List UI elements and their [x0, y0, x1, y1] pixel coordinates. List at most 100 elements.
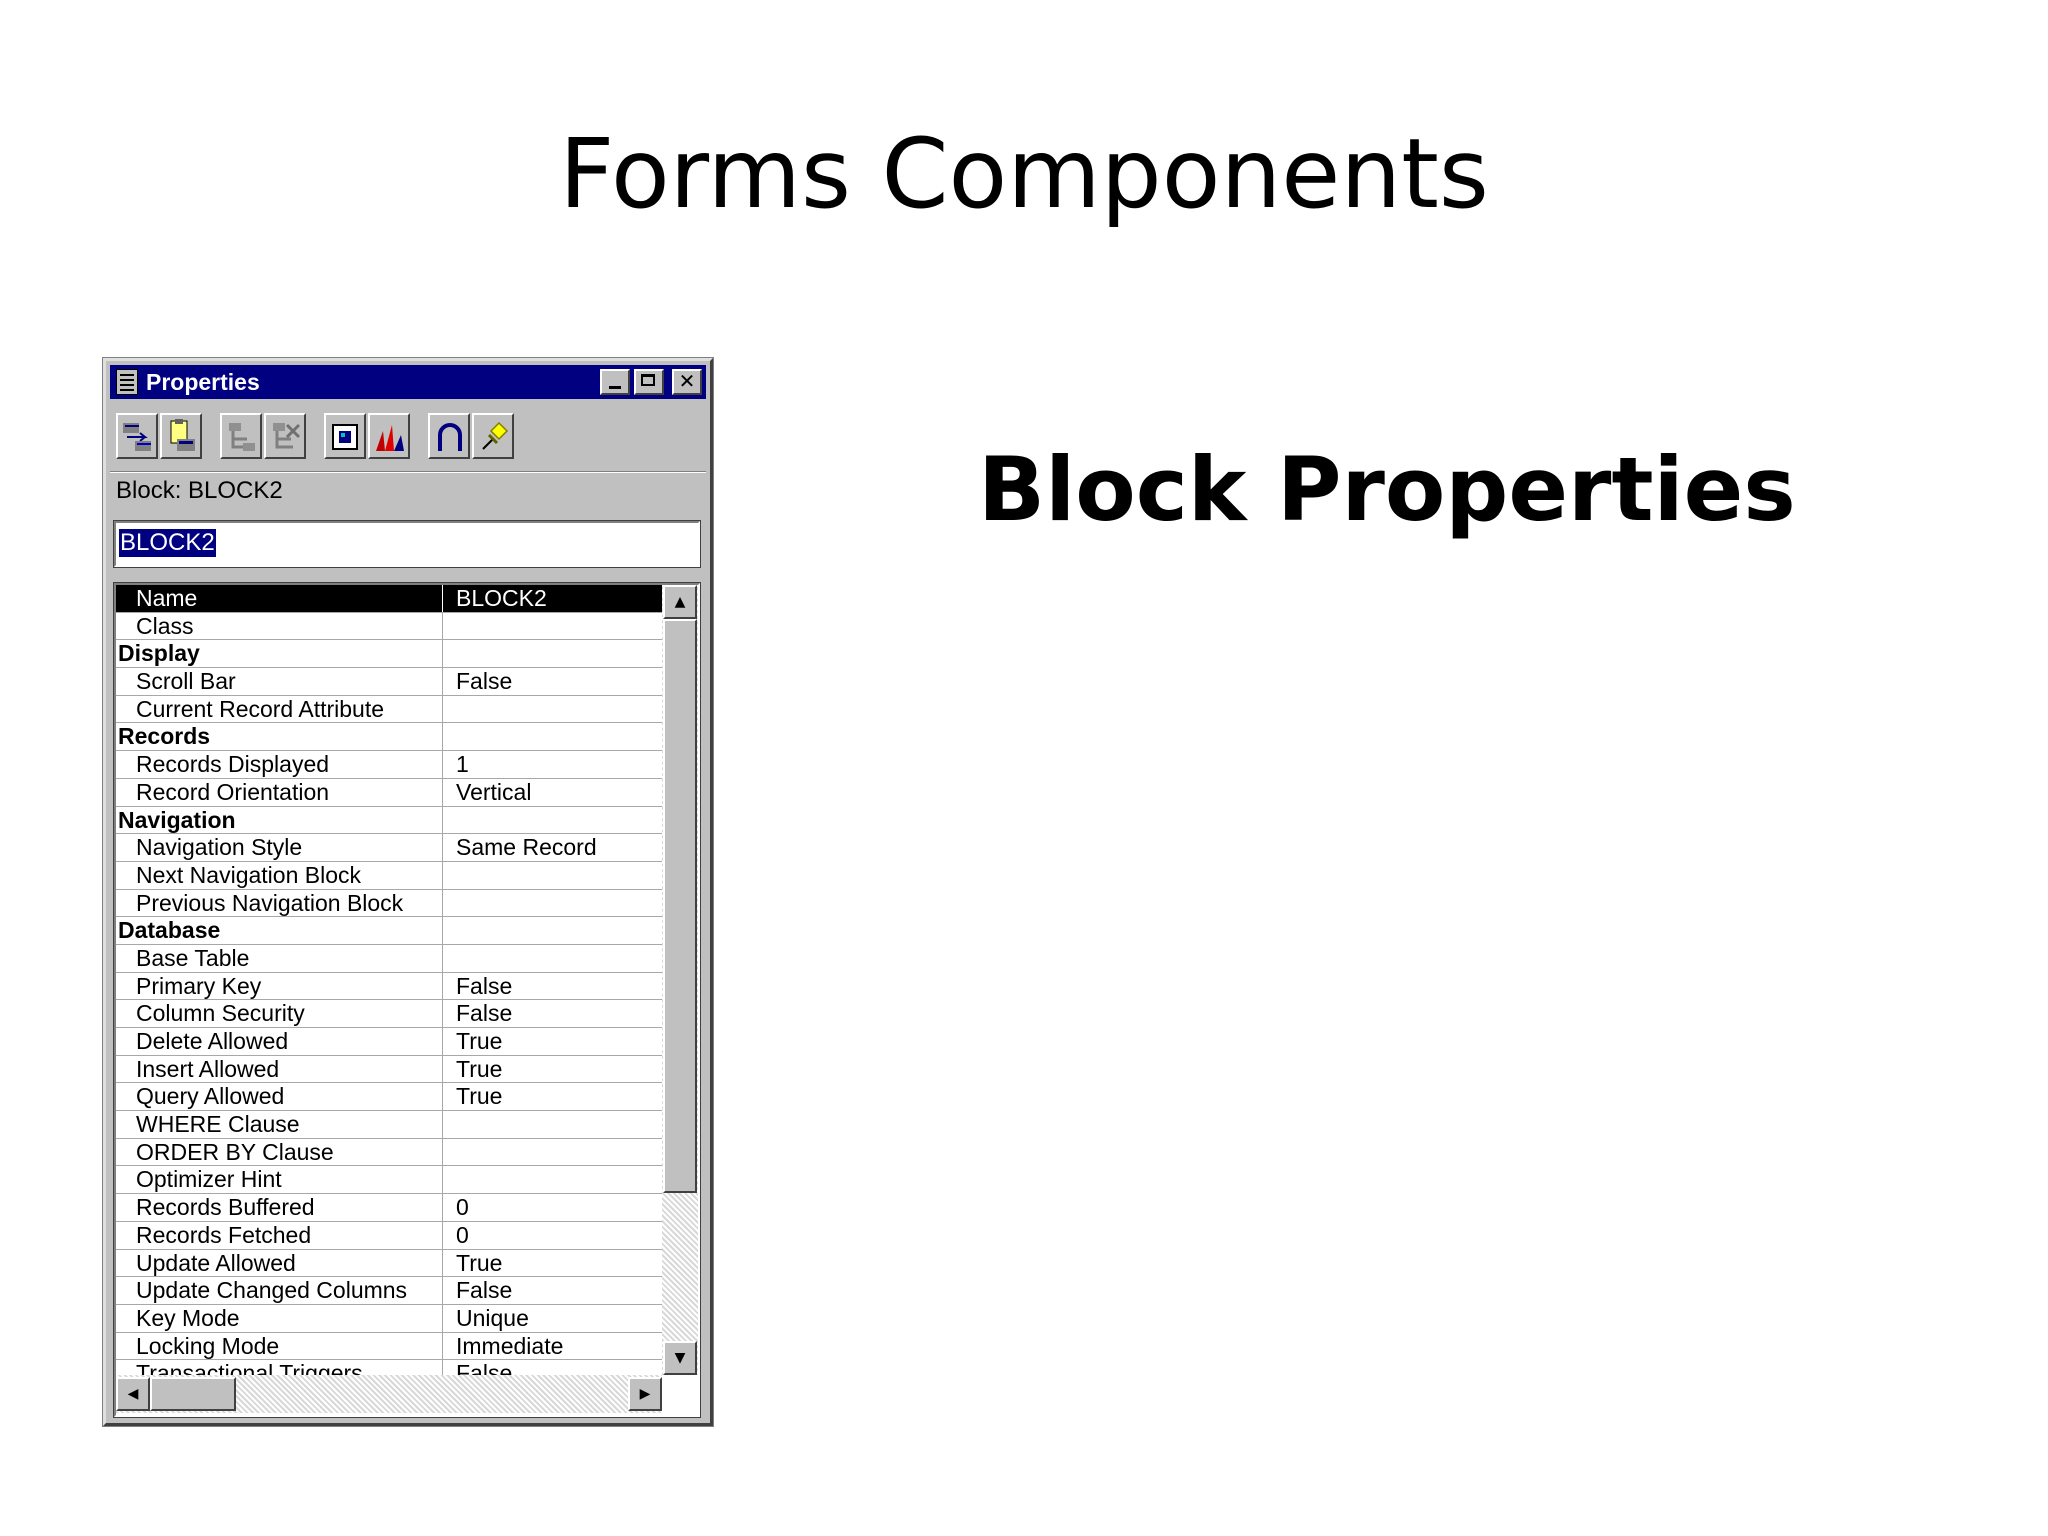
property-value[interactable]: False — [456, 1277, 662, 1304]
property-value[interactable]: BLOCK2 — [456, 585, 662, 612]
property-name: Current Record Attribute — [116, 695, 443, 723]
property-category-label: Display — [116, 640, 443, 668]
maximize-button[interactable] — [634, 369, 664, 395]
property-row[interactable]: Base Table — [116, 944, 662, 973]
property-name: Records Displayed — [116, 751, 443, 778]
property-value[interactable]: True — [456, 1250, 662, 1277]
property-name: Delete Allowed — [116, 1028, 443, 1055]
property-row[interactable]: WHERE Clause — [116, 1111, 662, 1139]
property-row[interactable]: Class — [116, 612, 662, 641]
title-bar[interactable]: Properties ✕ — [110, 365, 706, 399]
context-label: Block: BLOCK2 — [116, 477, 283, 504]
property-category-row[interactable]: Display — [116, 640, 662, 669]
add-property-icon[interactable] — [220, 413, 262, 459]
property-category-label: Records — [116, 723, 443, 751]
property-name: Optimizer Hint — [116, 1166, 443, 1194]
vertical-scroll-thumb[interactable] — [663, 619, 697, 1193]
property-row[interactable]: Records Displayed 1 — [116, 751, 662, 779]
scroll-up-button[interactable]: ▲ — [663, 585, 697, 619]
property-name: Records Buffered — [116, 1194, 443, 1221]
property-value — [456, 723, 662, 750]
property-name: Update Allowed — [116, 1249, 443, 1277]
horizontal-scroll-thumb[interactable] — [150, 1377, 236, 1411]
property-row[interactable]: Navigation Style Same Record — [116, 834, 662, 862]
property-value[interactable] — [456, 613, 662, 640]
properties-window: Properties ✕ Block: BLOCK2 BLOCK2 Name B… — [102, 357, 714, 1427]
name-input-selected-text: BLOCK2 — [118, 528, 217, 558]
property-name: Locking Mode — [116, 1332, 443, 1360]
property-row[interactable]: Locking Mode Immediate — [116, 1332, 662, 1361]
property-value[interactable]: False — [456, 973, 662, 1000]
copy-properties-icon[interactable] — [116, 413, 158, 459]
property-row[interactable]: Scroll Bar False — [116, 668, 662, 696]
property-value[interactable] — [456, 696, 662, 723]
property-row[interactable]: Current Record Attribute — [116, 695, 662, 724]
name-input[interactable]: BLOCK2 — [113, 520, 701, 568]
property-name: Records Fetched — [116, 1221, 443, 1249]
horizontal-scrollbar[interactable]: ◀ ▶ — [116, 1375, 662, 1413]
property-value[interactable] — [456, 1139, 662, 1166]
property-row[interactable]: Update Changed Columns False — [116, 1277, 662, 1305]
property-category-row[interactable]: Records — [116, 723, 662, 752]
close-button[interactable]: ✕ — [672, 369, 702, 395]
property-value[interactable] — [456, 1166, 662, 1193]
scroll-left-button[interactable]: ◀ — [116, 1377, 150, 1411]
intersection-union-icon[interactable] — [428, 413, 470, 459]
property-value[interactable]: Unique — [456, 1305, 662, 1332]
property-name: Class — [116, 612, 443, 640]
toolbar — [116, 413, 700, 463]
property-class-icon[interactable] — [324, 413, 366, 459]
property-value[interactable]: True — [456, 1056, 662, 1083]
property-name: Navigation Style — [116, 834, 443, 861]
property-row[interactable]: Records Fetched 0 — [116, 1221, 662, 1250]
property-category-row[interactable]: Navigation — [116, 806, 662, 835]
property-row[interactable]: Delete Allowed True — [116, 1028, 662, 1056]
property-row[interactable]: Transactional Triggers False — [116, 1360, 662, 1375]
property-value[interactable]: False — [456, 1360, 662, 1375]
property-value[interactable] — [456, 890, 662, 917]
property-row[interactable]: Record Orientation Vertical — [116, 778, 662, 807]
minimize-button[interactable] — [600, 369, 630, 395]
property-value[interactable]: Same Record — [456, 834, 662, 861]
property-row[interactable]: Next Navigation Block — [116, 861, 662, 890]
property-value[interactable]: Immediate — [456, 1333, 662, 1360]
property-row[interactable]: Update Allowed True — [116, 1249, 662, 1278]
property-name: Insert Allowed — [116, 1055, 443, 1083]
property-value[interactable] — [456, 1111, 662, 1138]
inherit-icon[interactable] — [368, 413, 410, 459]
property-row[interactable]: Query Allowed True — [116, 1083, 662, 1112]
scroll-down-button[interactable]: ▼ — [663, 1341, 697, 1375]
property-name: Key Mode — [116, 1304, 443, 1332]
property-value[interactable]: 0 — [456, 1194, 662, 1221]
property-value[interactable]: 1 — [456, 751, 662, 778]
property-name: Primary Key — [116, 972, 443, 1000]
property-value[interactable]: False — [456, 1000, 662, 1027]
property-value[interactable] — [456, 945, 662, 972]
vertical-scrollbar[interactable]: ▲ ▼ — [662, 585, 698, 1375]
property-row[interactable]: Key Mode Unique — [116, 1304, 662, 1333]
property-value[interactable]: False — [456, 668, 662, 695]
property-value[interactable]: True — [456, 1028, 662, 1055]
property-palette-icon[interactable] — [116, 369, 138, 395]
property-name: ORDER BY Clause — [116, 1138, 443, 1166]
property-row[interactable]: Column Security False — [116, 1000, 662, 1028]
property-value[interactable]: 0 — [456, 1222, 662, 1249]
scroll-right-button[interactable]: ▶ — [628, 1377, 662, 1411]
property-category-row[interactable]: Database — [116, 917, 662, 945]
property-row[interactable]: Optimizer Hint — [116, 1166, 662, 1195]
freeze-pin-icon[interactable] — [472, 413, 514, 459]
property-row[interactable]: Records Buffered 0 — [116, 1194, 662, 1222]
property-grid: Name BLOCK2 Class Display Scroll Bar False Cur… — [113, 582, 701, 1418]
property-row[interactable]: Name BLOCK2 — [116, 585, 662, 613]
delete-property-icon[interactable] — [264, 413, 306, 459]
property-value[interactable]: True — [456, 1083, 662, 1110]
property-value[interactable]: Vertical — [456, 779, 662, 806]
property-row[interactable]: Primary Key False — [116, 972, 662, 1001]
paste-properties-icon[interactable] — [160, 413, 202, 459]
property-name: Query Allowed — [116, 1083, 443, 1111]
property-row[interactable]: Previous Navigation Block — [116, 889, 662, 918]
property-value — [456, 640, 662, 667]
property-value[interactable] — [456, 862, 662, 889]
property-row[interactable]: ORDER BY Clause — [116, 1138, 662, 1167]
property-row[interactable]: Insert Allowed True — [116, 1055, 662, 1084]
